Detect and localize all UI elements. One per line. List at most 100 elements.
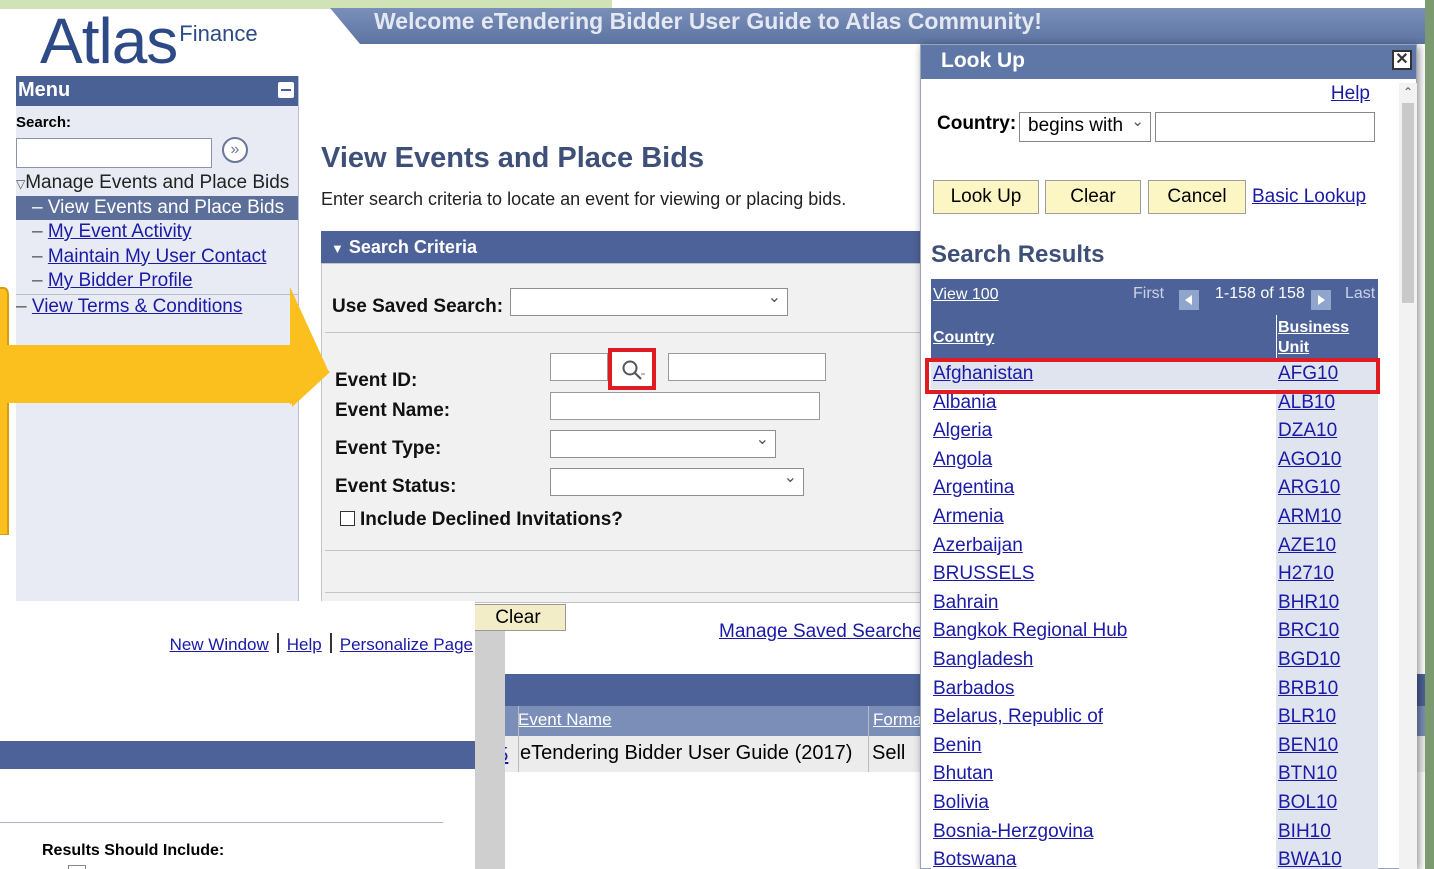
country-link[interactable]: Barbados	[933, 678, 1014, 700]
overlay-header-bar	[0, 741, 475, 769]
col-business-unit[interactable]: Business Unit	[1278, 318, 1378, 358]
saved-search-select[interactable]	[510, 287, 788, 316]
triangle-down-icon: ▽	[16, 177, 26, 191]
menu-item-view-events[interactable]: – View Events and Place Bids	[16, 195, 298, 220]
results-include-label: Results Should Include:	[42, 842, 225, 859]
double-chevron-right-icon[interactable]: »	[222, 137, 248, 163]
column-divider	[518, 706, 519, 772]
business-unit-link[interactable]: BGD10	[1278, 649, 1340, 671]
clear-button[interactable]: Clear	[470, 604, 566, 631]
lookup-highlight[interactable]	[608, 348, 656, 390]
col-country[interactable]: Country	[933, 329, 994, 347]
business-unit-link[interactable]: BIH10	[1278, 821, 1331, 843]
lookup-help-link[interactable]: Help	[1331, 83, 1370, 105]
scroll-up-icon[interactable]: ⌃	[1403, 85, 1413, 99]
view-100-link[interactable]: View 100	[933, 286, 999, 304]
country-value-input[interactable]	[1155, 112, 1375, 142]
event-id-bu-input[interactable]	[550, 353, 608, 381]
next-arrow-icon[interactable]	[1311, 290, 1331, 310]
country-link[interactable]: Argentina	[933, 477, 1014, 499]
result-row: Bosnia-Herzgovina BIH10	[931, 817, 1378, 847]
basic-lookup-link[interactable]: Basic Lookup	[1252, 186, 1366, 208]
scrollbar-thumb[interactable]	[1402, 103, 1414, 303]
country-link[interactable]: Bosnia-Herzgovina	[933, 821, 1094, 843]
country-link[interactable]: Albania	[933, 392, 996, 414]
country-link[interactable]: BRUSSELS	[933, 563, 1034, 585]
country-link[interactable]: Bhutan	[933, 763, 993, 785]
country-link[interactable]: Bolivia	[933, 792, 989, 814]
col-format[interactable]: Format	[873, 710, 927, 730]
business-unit-link[interactable]: H2710	[1278, 563, 1334, 585]
country-operator-select[interactable]: begins with	[1019, 112, 1151, 142]
cancel-button[interactable]: Cancel	[1148, 180, 1246, 214]
country-link[interactable]: Azerbaijan	[933, 535, 1023, 557]
business-unit-link[interactable]: ARM10	[1278, 506, 1341, 528]
divider	[325, 592, 921, 593]
business-unit-link[interactable]: BRB10	[1278, 678, 1338, 700]
menu-item-maintain-contact[interactable]: – Maintain My User Contact	[16, 245, 298, 270]
format-cell: Sell	[872, 742, 906, 764]
previous-arrow-icon[interactable]	[1179, 290, 1199, 310]
business-unit-link[interactable]: BHR10	[1278, 592, 1339, 614]
logo-subtext: Finance	[179, 21, 258, 46]
help-link[interactable]: Help	[287, 635, 322, 654]
country-link[interactable]: Armenia	[933, 506, 1004, 528]
result-row: Algeria DZA10	[931, 417, 1378, 446]
close-icon[interactable]: ✕	[1392, 50, 1412, 70]
triangle-down-icon: ▼	[331, 241, 344, 256]
magnifier-icon	[622, 360, 645, 380]
result-row: Angola AGO10	[931, 445, 1378, 475]
event-type-select[interactable]	[550, 429, 776, 458]
country-link[interactable]: Bahrain	[933, 592, 999, 614]
business-unit-link[interactable]: AZE10	[1278, 535, 1336, 557]
checkbox[interactable]	[68, 865, 86, 869]
result-row: Argentina ARG10	[931, 474, 1378, 503]
business-unit-link[interactable]: ARG10	[1278, 477, 1340, 499]
business-unit-link[interactable]: BOL10	[1278, 792, 1337, 814]
clear-button[interactable]: Clear	[1045, 180, 1141, 214]
declined-checkbox-row[interactable]: Include Declined Invitations?	[340, 509, 623, 531]
arrow-right-icon	[0, 287, 330, 535]
event-status-select[interactable]	[550, 467, 804, 496]
result-row: Benin BEN10	[931, 731, 1378, 761]
business-unit-link[interactable]: BRC10	[1278, 620, 1339, 642]
menu-item-manage-events[interactable]: ▽Manage Events and Place Bids	[16, 171, 298, 196]
business-unit-link[interactable]: AGO10	[1278, 449, 1341, 471]
country-link[interactable]: Bangkok Regional Hub	[933, 620, 1127, 642]
business-unit-link[interactable]: BEN10	[1278, 735, 1338, 757]
business-unit-link[interactable]: BWA10	[1278, 849, 1342, 869]
page-links: New Window Help Personalize Page	[170, 633, 473, 655]
event-id-input[interactable]	[668, 353, 826, 381]
country-link[interactable]: Belarus, Republic of	[933, 706, 1103, 728]
country-link[interactable]: Angola	[933, 449, 992, 471]
collapse-icon[interactable]	[278, 82, 294, 98]
country-link[interactable]: Benin	[933, 735, 982, 757]
personalize-link[interactable]: Personalize Page	[340, 635, 473, 654]
scrollbar[interactable]: ⌃	[1399, 83, 1417, 869]
col-event-name[interactable]: Event Name	[518, 710, 612, 730]
result-row: Armenia ARM10	[931, 502, 1378, 532]
result-row: Bangladesh BGD10	[931, 645, 1378, 675]
search-criteria-header[interactable]: ▼ Search Criteria	[321, 231, 921, 263]
business-unit-link[interactable]: BTN10	[1278, 763, 1337, 785]
event-name-label: Event Name:	[335, 400, 451, 421]
business-unit-link[interactable]: BLR10	[1278, 706, 1336, 728]
business-unit-link[interactable]: DZA10	[1278, 420, 1337, 442]
results-list: Afghanistan AFG10 Albania ALB10 Algeria DZA…	[931, 360, 1378, 869]
country-link[interactable]: Bangladesh	[933, 649, 1033, 671]
menu-item-my-event-activity[interactable]: – My Event Activity	[16, 220, 298, 245]
new-window-link[interactable]: New Window	[170, 635, 269, 654]
first-label: First	[1133, 285, 1165, 302]
event-name-input[interactable]	[550, 392, 820, 420]
checkbox[interactable]	[340, 511, 355, 526]
country-link[interactable]: Algeria	[933, 420, 992, 442]
column-divider	[868, 706, 869, 772]
menu-title: Menu	[18, 79, 71, 101]
banner-title: Welcome eTendering Bidder User Guide to …	[374, 8, 1042, 34]
business-unit-link[interactable]: ALB10	[1278, 392, 1335, 414]
menu-search-label: Search:	[16, 114, 72, 131]
lookup-button[interactable]: Look Up	[933, 180, 1039, 214]
manage-saved-searches-link[interactable]: Manage Saved Searches	[719, 621, 932, 643]
country-link[interactable]: Botswana	[933, 849, 1016, 869]
menu-search-input[interactable]	[16, 138, 212, 168]
